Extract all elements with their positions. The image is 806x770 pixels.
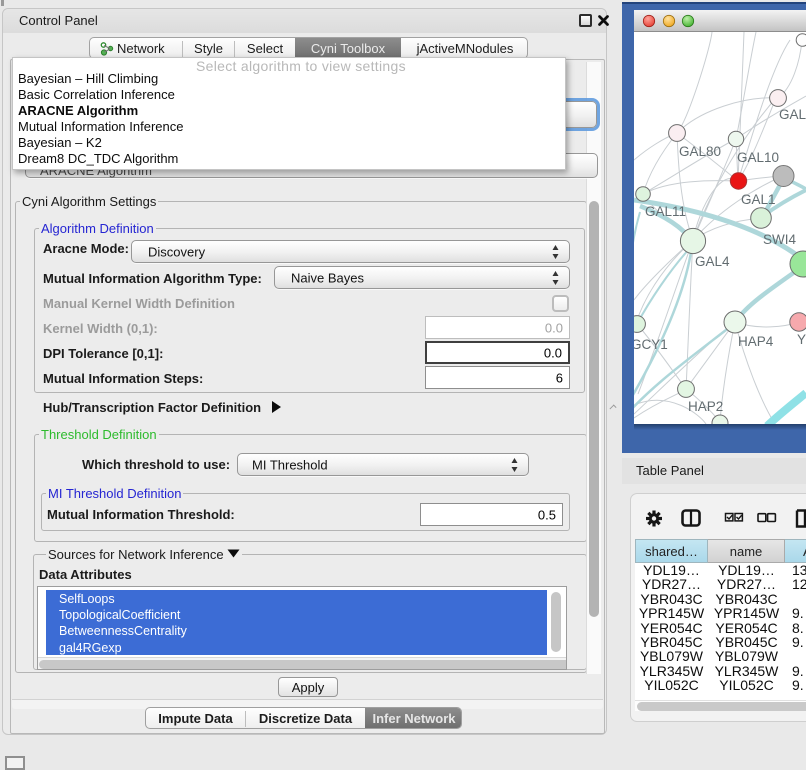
svg-text:GAL2: GAL2	[779, 107, 806, 122]
svg-text:HAP2: HAP2	[688, 399, 723, 414]
svg-text:GAL80: GAL80	[679, 144, 721, 159]
svg-text:GAL10: GAL10	[737, 150, 779, 165]
svg-text:GAL1: GAL1	[741, 192, 776, 207]
svg-text:YEL: YEL	[797, 332, 806, 347]
svg-text:HAP4: HAP4	[738, 334, 774, 349]
svg-text:GCY1: GCY1	[634, 337, 668, 352]
svg-text:SWI4: SWI4	[763, 232, 796, 247]
svg-text:GAL11: GAL11	[645, 204, 686, 219]
svg-text:GAL4: GAL4	[695, 254, 730, 269]
